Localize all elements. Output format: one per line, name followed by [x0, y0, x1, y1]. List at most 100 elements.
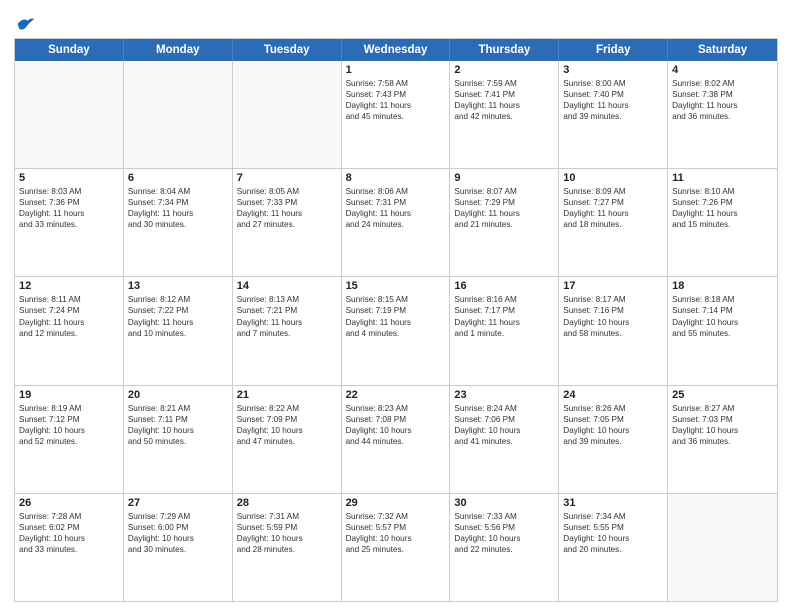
cal-cell-14: 14 Sunrise: 8:13 AM Sunset: 7:21 PM Dayli… [233, 277, 342, 384]
day-number: 19 [19, 389, 119, 401]
calendar-body: 1 Sunrise: 7:58 AM Sunset: 7:43 PM Daylig… [15, 61, 777, 601]
cal-cell-18: 18 Sunrise: 8:18 AM Sunset: 7:14 PM Dayli… [668, 277, 777, 384]
day-number: 28 [237, 497, 337, 509]
day-info: Sunrise: 8:24 AM Sunset: 7:06 PM Dayligh… [454, 403, 554, 447]
day-info: Sunrise: 8:22 AM Sunset: 7:09 PM Dayligh… [237, 403, 337, 447]
day-number: 24 [563, 389, 663, 401]
page: SundayMondayTuesdayWednesdayThursdayFrid… [0, 0, 792, 612]
calendar-row-0: 1 Sunrise: 7:58 AM Sunset: 7:43 PM Daylig… [15, 61, 777, 169]
calendar-row-1: 5 Sunrise: 8:03 AM Sunset: 7:36 PM Daylig… [15, 169, 777, 277]
day-info: Sunrise: 7:58 AM Sunset: 7:43 PM Dayligh… [346, 78, 446, 122]
day-number: 12 [19, 280, 119, 292]
cal-cell-empty-4-6 [668, 494, 777, 601]
day-number: 14 [237, 280, 337, 292]
day-info: Sunrise: 8:02 AM Sunset: 7:38 PM Dayligh… [672, 78, 773, 122]
logo-bird-icon [16, 14, 36, 34]
cal-cell-empty-0-1 [124, 61, 233, 168]
cal-cell-11: 11 Sunrise: 8:10 AM Sunset: 7:26 PM Dayli… [668, 169, 777, 276]
cal-cell-29: 29Sunrise: 7:32 AM Sunset: 5:57 PM Dayli… [342, 494, 451, 601]
weekday-header-tuesday: Tuesday [233, 39, 342, 61]
day-number: 26 [19, 497, 119, 509]
cal-cell-empty-0-2 [233, 61, 342, 168]
day-info: Sunrise: 8:16 AM Sunset: 7:17 PM Dayligh… [454, 294, 554, 338]
day-number: 27 [128, 497, 228, 509]
day-number: 21 [237, 389, 337, 401]
cal-cell-22: 22Sunrise: 8:23 AM Sunset: 7:08 PM Dayli… [342, 386, 451, 493]
day-info: Sunrise: 7:33 AM Sunset: 5:56 PM Dayligh… [454, 511, 554, 555]
cal-cell-15: 15 Sunrise: 8:15 AM Sunset: 7:19 PM Dayli… [342, 277, 451, 384]
day-info: Sunrise: 7:31 AM Sunset: 5:59 PM Dayligh… [237, 511, 337, 555]
day-number: 6 [128, 172, 228, 184]
logo [14, 14, 36, 32]
day-number: 10 [563, 172, 663, 184]
day-info: Sunrise: 7:32 AM Sunset: 5:57 PM Dayligh… [346, 511, 446, 555]
day-number: 9 [454, 172, 554, 184]
day-info: Sunrise: 8:18 AM Sunset: 7:14 PM Dayligh… [672, 294, 773, 338]
day-info: Sunrise: 8:09 AM Sunset: 7:27 PM Dayligh… [563, 186, 663, 230]
day-info: Sunrise: 8:03 AM Sunset: 7:36 PM Dayligh… [19, 186, 119, 230]
cal-cell-10: 10 Sunrise: 8:09 AM Sunset: 7:27 PM Dayli… [559, 169, 668, 276]
day-info: Sunrise: 7:34 AM Sunset: 5:55 PM Dayligh… [563, 511, 663, 555]
cal-cell-25: 25 Sunrise: 8:27 AM Sunset: 7:03 PM Dayli… [668, 386, 777, 493]
day-number: 5 [19, 172, 119, 184]
calendar-row-4: 26 Sunrise: 7:28 AM Sunset: 6:02 PM Dayli… [15, 494, 777, 601]
cal-cell-5: 5 Sunrise: 8:03 AM Sunset: 7:36 PM Daylig… [15, 169, 124, 276]
day-info: Sunrise: 8:26 AM Sunset: 7:05 PM Dayligh… [563, 403, 663, 447]
day-info: Sunrise: 8:05 AM Sunset: 7:33 PM Dayligh… [237, 186, 337, 230]
day-info: Sunrise: 8:12 AM Sunset: 7:22 PM Dayligh… [128, 294, 228, 338]
day-number: 17 [563, 280, 663, 292]
day-number: 1 [346, 64, 446, 76]
cal-cell-21: 21 Sunrise: 8:22 AM Sunset: 7:09 PM Dayli… [233, 386, 342, 493]
day-number: 8 [346, 172, 446, 184]
calendar: SundayMondayTuesdayWednesdayThursdayFrid… [14, 38, 778, 602]
calendar-row-2: 12Sunrise: 8:11 AM Sunset: 7:24 PM Dayli… [15, 277, 777, 385]
day-info: Sunrise: 8:10 AM Sunset: 7:26 PM Dayligh… [672, 186, 773, 230]
day-info: Sunrise: 8:19 AM Sunset: 7:12 PM Dayligh… [19, 403, 119, 447]
day-info: Sunrise: 8:13 AM Sunset: 7:21 PM Dayligh… [237, 294, 337, 338]
day-number: 7 [237, 172, 337, 184]
cal-cell-24: 24 Sunrise: 8:26 AM Sunset: 7:05 PM Dayli… [559, 386, 668, 493]
day-info: Sunrise: 7:28 AM Sunset: 6:02 PM Dayligh… [19, 511, 119, 555]
day-number: 25 [672, 389, 773, 401]
weekday-header-friday: Friday [559, 39, 668, 61]
day-number: 13 [128, 280, 228, 292]
cal-cell-8: 8 Sunrise: 8:06 AM Sunset: 7:31 PM Daylig… [342, 169, 451, 276]
day-number: 4 [672, 64, 773, 76]
weekday-header-wednesday: Wednesday [342, 39, 451, 61]
cal-cell-16: 16 Sunrise: 8:16 AM Sunset: 7:17 PM Dayli… [450, 277, 559, 384]
cal-cell-30: 30 Sunrise: 7:33 AM Sunset: 5:56 PM Dayli… [450, 494, 559, 601]
day-number: 11 [672, 172, 773, 184]
cal-cell-20: 20 Sunrise: 8:21 AM Sunset: 7:11 PM Dayli… [124, 386, 233, 493]
cal-cell-7: 7 Sunrise: 8:05 AM Sunset: 7:33 PM Daylig… [233, 169, 342, 276]
cal-cell-2: 2Sunrise: 7:59 AM Sunset: 7:41 PM Daylig… [450, 61, 559, 168]
day-number: 31 [563, 497, 663, 509]
cal-cell-17: 17Sunrise: 8:17 AM Sunset: 7:16 PM Dayli… [559, 277, 668, 384]
cal-cell-6: 6 Sunrise: 8:04 AM Sunset: 7:34 PM Daylig… [124, 169, 233, 276]
weekday-header-saturday: Saturday [668, 39, 777, 61]
day-number: 18 [672, 280, 773, 292]
cal-cell-27: 27 Sunrise: 7:29 AM Sunset: 6:00 PM Dayli… [124, 494, 233, 601]
cal-cell-13: 13 Sunrise: 8:12 AM Sunset: 7:22 PM Dayli… [124, 277, 233, 384]
day-info: Sunrise: 8:21 AM Sunset: 7:11 PM Dayligh… [128, 403, 228, 447]
day-number: 2 [454, 64, 554, 76]
cal-cell-31: 31 Sunrise: 7:34 AM Sunset: 5:55 PM Dayli… [559, 494, 668, 601]
day-info: Sunrise: 8:27 AM Sunset: 7:03 PM Dayligh… [672, 403, 773, 447]
cal-cell-4: 4 Sunrise: 8:02 AM Sunset: 7:38 PM Daylig… [668, 61, 777, 168]
weekday-header-thursday: Thursday [450, 39, 559, 61]
day-info: Sunrise: 8:15 AM Sunset: 7:19 PM Dayligh… [346, 294, 446, 338]
day-info: Sunrise: 8:04 AM Sunset: 7:34 PM Dayligh… [128, 186, 228, 230]
day-number: 16 [454, 280, 554, 292]
day-info: Sunrise: 8:00 AM Sunset: 7:40 PM Dayligh… [563, 78, 663, 122]
day-number: 30 [454, 497, 554, 509]
calendar-header: SundayMondayTuesdayWednesdayThursdayFrid… [15, 39, 777, 61]
day-info: Sunrise: 7:29 AM Sunset: 6:00 PM Dayligh… [128, 511, 228, 555]
day-number: 22 [346, 389, 446, 401]
header [14, 10, 778, 32]
cal-cell-26: 26 Sunrise: 7:28 AM Sunset: 6:02 PM Dayli… [15, 494, 124, 601]
day-number: 15 [346, 280, 446, 292]
day-number: 20 [128, 389, 228, 401]
cal-cell-19: 19 Sunrise: 8:19 AM Sunset: 7:12 PM Dayli… [15, 386, 124, 493]
cal-cell-9: 9Sunrise: 8:07 AM Sunset: 7:29 PM Daylig… [450, 169, 559, 276]
weekday-header-sunday: Sunday [15, 39, 124, 61]
day-info: Sunrise: 8:06 AM Sunset: 7:31 PM Dayligh… [346, 186, 446, 230]
